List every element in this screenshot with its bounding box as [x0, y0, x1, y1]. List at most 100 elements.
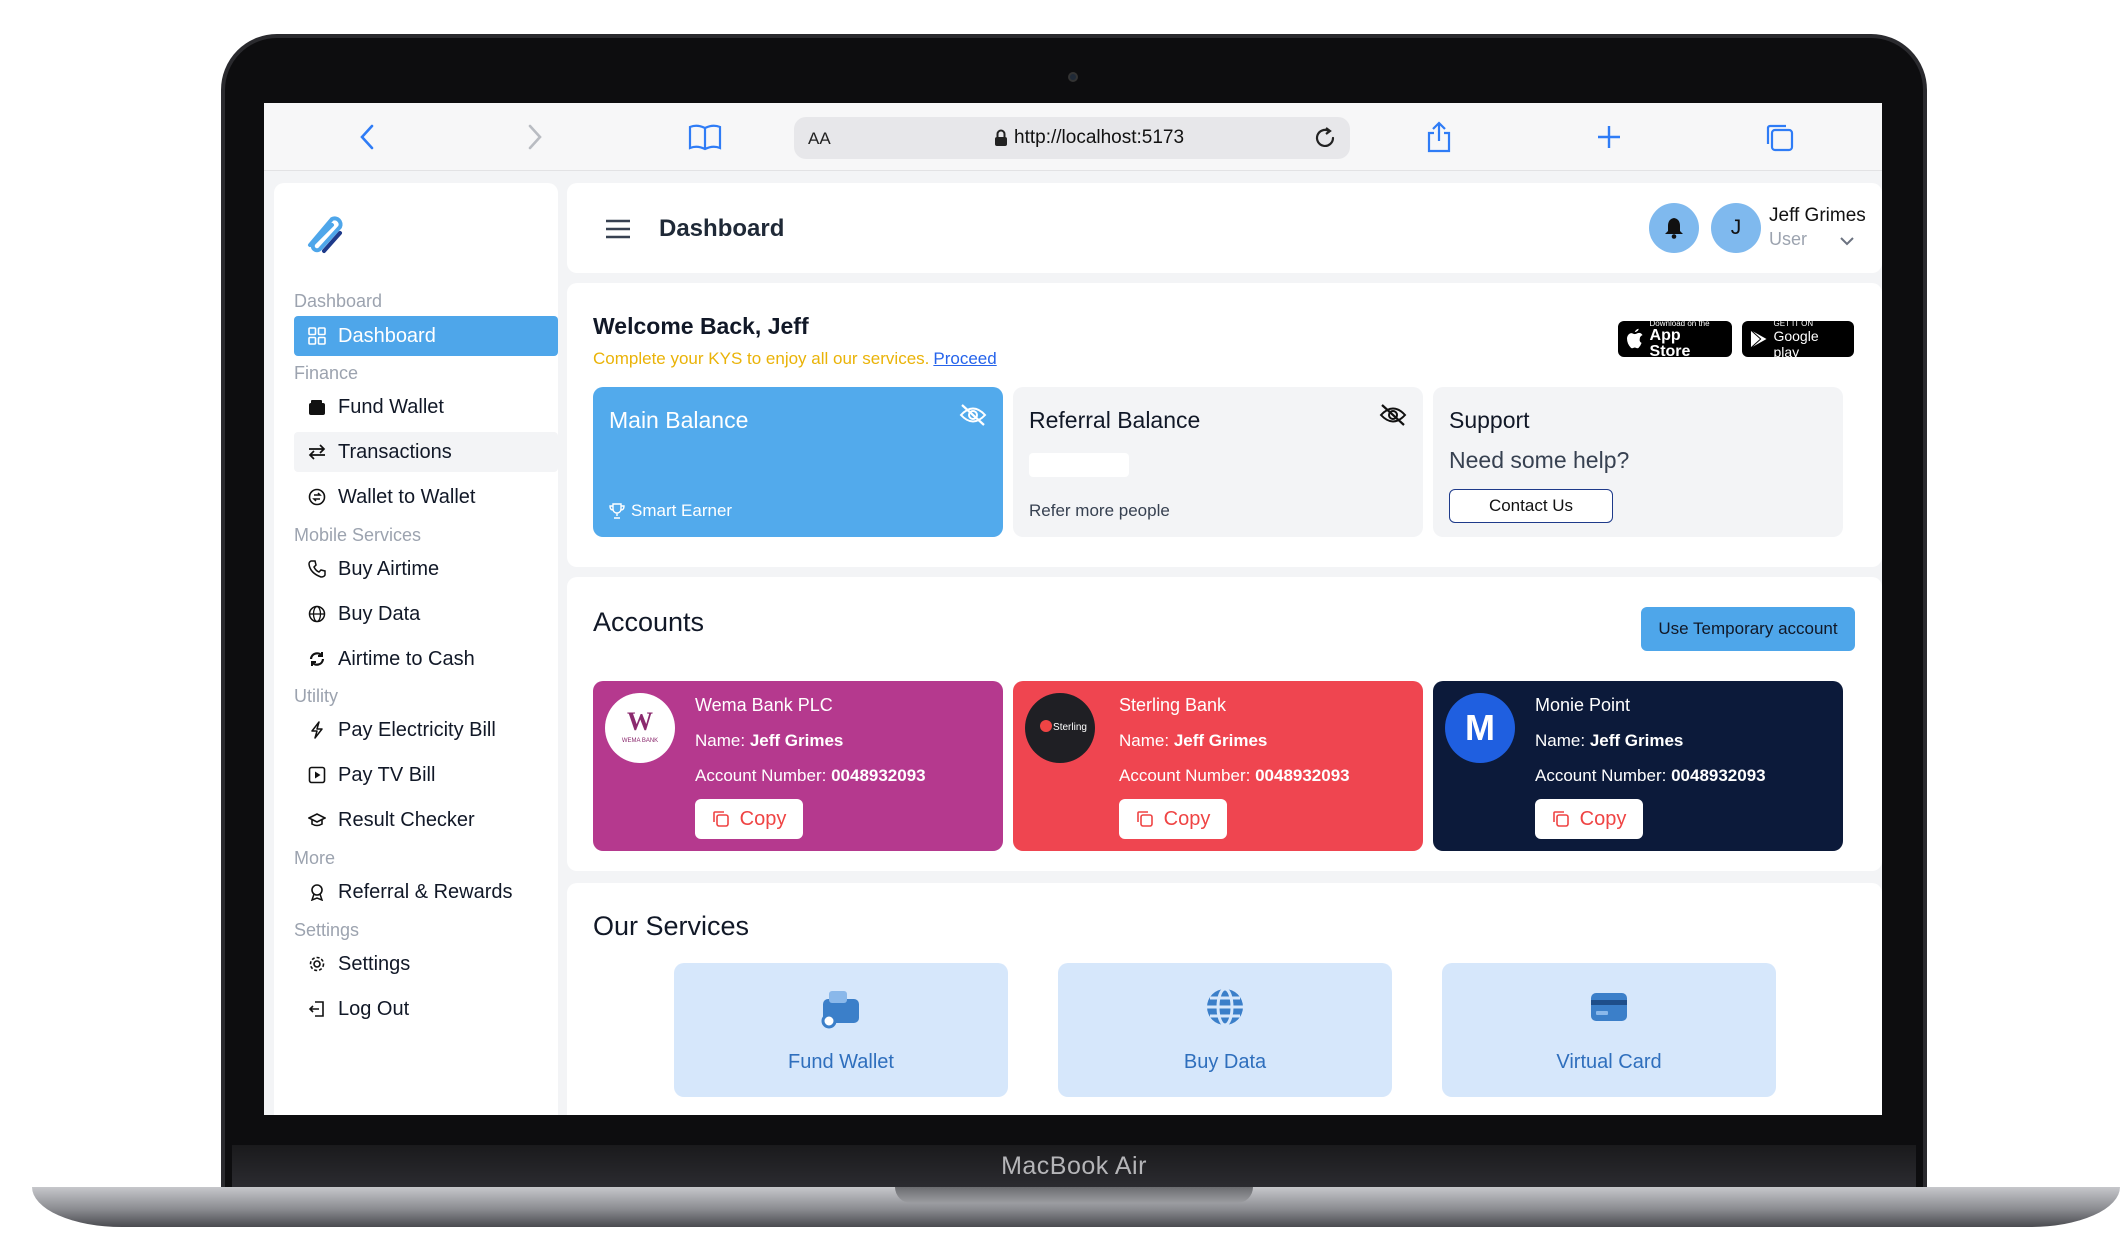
device-label: MacBook Air: [1001, 1151, 1147, 1180]
account-bank-name: Sterling Bank: [1119, 695, 1227, 715]
support-card: Support Need some help? Contact Us: [1433, 387, 1843, 537]
sidebar-item-result-checker[interactable]: Result Checker: [294, 800, 558, 840]
referral-balance-title: Referral Balance: [1029, 407, 1201, 433]
logout-icon: [308, 1001, 324, 1017]
bookmarks-icon[interactable]: [688, 120, 722, 154]
user-name[interactable]: Jeff Grimes: [1769, 205, 1866, 227]
service-fund-wallet[interactable]: Fund Wallet: [674, 963, 1008, 1097]
service-label: Fund Wallet: [788, 1051, 894, 1073]
account-card-wema: W WEMA BANK Wema Bank PLC Name: Jeff Grim…: [593, 681, 1003, 851]
sidebar-item-label: Dashboard: [338, 324, 436, 347]
lightning-icon: [311, 721, 323, 739]
name-label: Name:: [1119, 731, 1170, 750]
new-tab-icon[interactable]: [1592, 120, 1626, 154]
section-finance: Finance: [294, 363, 359, 383]
sidebar-item-label: Pay Electricity Bill: [338, 718, 496, 741]
main-balance-title: Main Balance: [609, 407, 749, 433]
sidebar-item-label: Log Out: [338, 997, 410, 1020]
services-panel: Our Services Fund Wallet Buy Data Virtua…: [567, 883, 1882, 1115]
graduation-cap-icon: [308, 813, 326, 827]
main-balance-card[interactable]: Main Balance Smart Earner: [593, 387, 1003, 537]
account-card-sterling: Sterling Sterling Bank Name: Jeff Grimes…: [1013, 681, 1423, 851]
tabs-overview-icon[interactable]: [1762, 120, 1796, 154]
referral-balance-card[interactable]: Referral Balance Refer more people: [1013, 387, 1423, 537]
sidebar-item-dashboard[interactable]: Dashboard: [294, 316, 558, 356]
award-icon: [310, 884, 324, 901]
contact-us-button[interactable]: Contact Us: [1449, 489, 1613, 523]
transfer-arrows-icon: [308, 444, 326, 460]
sidebar-item-label: Result Checker: [338, 808, 475, 831]
number-label: Account Number:: [695, 766, 827, 785]
name-label: Name:: [695, 731, 746, 750]
sidebar-item-referral-rewards[interactable]: Referral & Rewards: [294, 872, 558, 912]
browser-toolbar: AA http://localhost:5173: [264, 103, 1882, 171]
wema-logo-text: WEMA BANK: [622, 738, 658, 744]
play-store-icon: [1750, 329, 1767, 349]
sidebar-item-transactions[interactable]: Transactions: [294, 432, 558, 472]
wallet-icon: [309, 400, 325, 415]
copy-button[interactable]: Copy: [1119, 799, 1227, 839]
avatar[interactable]: J: [1711, 203, 1761, 253]
app-store-badge[interactable]: Download on the App Store: [1618, 319, 1732, 359]
account-holder: Name: Jeff Grimes: [695, 731, 843, 751]
copy-icon: [1552, 811, 1569, 827]
sidebar-item-pay-tv[interactable]: Pay TV Bill: [294, 755, 558, 795]
referral-balance-subtitle: Refer more people: [1029, 501, 1170, 520]
account-holder: Name: Jeff Grimes: [1119, 731, 1267, 751]
google-play-badge[interactable]: GET IT ON Google play: [1742, 319, 1854, 360]
sidebar-item-pay-electricity[interactable]: Pay Electricity Bill: [294, 710, 558, 750]
sidebar-item-label: Settings: [338, 952, 411, 975]
sidebar-item-label: Pay TV Bill: [338, 763, 436, 786]
menu-icon[interactable]: [605, 219, 631, 244]
trophy-icon: [609, 503, 625, 519]
account-card-moniepoint: M Monie Point Name: Jeff Grimes Account …: [1433, 681, 1843, 851]
welcome-title: Welcome Back, Jeff: [593, 313, 809, 339]
kyc-text: Complete your KYS to enjoy all our servi…: [593, 349, 930, 368]
service-virtual-card[interactable]: Virtual Card: [1442, 963, 1776, 1097]
tv-play-icon: [308, 766, 326, 784]
eye-off-icon[interactable]: [1379, 403, 1407, 432]
sidebar-item-label: Airtime to Cash: [338, 647, 475, 670]
sidebar-item-label: Wallet to Wallet: [338, 485, 476, 508]
kyc-notice: Complete your KYS to enjoy all our servi…: [593, 349, 997, 369]
sidebar-item-settings[interactable]: Settings: [294, 944, 558, 984]
use-temporary-account-button[interactable]: Use Temporary account: [1641, 607, 1855, 651]
main-balance-subtitle: Smart Earner: [609, 501, 732, 521]
top-header: Dashboard J Jeff Grimes User: [567, 183, 1882, 273]
chevron-down-icon[interactable]: [1839, 233, 1855, 251]
sidebar-item-airtime-to-cash[interactable]: Airtime to Cash: [294, 639, 558, 679]
sidebar-item-logout[interactable]: Log Out: [294, 989, 558, 1029]
service-buy-data[interactable]: Buy Data: [1058, 963, 1392, 1097]
copy-button[interactable]: Copy: [1535, 799, 1643, 839]
wema-bank-logo: W WEMA BANK: [605, 693, 675, 763]
app-logo[interactable]: [302, 211, 346, 260]
copy-label: Copy: [1163, 807, 1211, 830]
lock-icon: [995, 129, 1007, 146]
moniepoint-logo-text: M: [1465, 707, 1495, 748]
account-number-value: 0048932093: [1671, 766, 1766, 785]
sidebar-item-buy-data[interactable]: Buy Data: [294, 594, 558, 634]
reload-icon[interactable]: [1312, 125, 1338, 156]
share-icon[interactable]: [1422, 120, 1456, 154]
account-holder: Name: Jeff Grimes: [1535, 731, 1683, 751]
grid-icon: [308, 327, 326, 345]
sidebar-item-label: Buy Data: [338, 602, 421, 625]
service-label: Virtual Card: [1556, 1051, 1662, 1073]
back-icon[interactable]: [350, 120, 384, 154]
notification-bell-icon[interactable]: [1649, 203, 1699, 253]
sidebar-item-wallet-to-wallet[interactable]: Wallet to Wallet: [294, 477, 558, 517]
laptop-chin: MacBook Air: [232, 1145, 1916, 1187]
text-size-button[interactable]: AA: [808, 129, 831, 149]
sterling-bank-logo: Sterling: [1025, 693, 1095, 763]
exchange-icon: [308, 488, 326, 506]
sidebar-item-fund-wallet[interactable]: Fund Wallet: [294, 387, 558, 427]
kyc-proceed-link[interactable]: Proceed: [933, 349, 996, 368]
copy-button[interactable]: Copy: [695, 799, 803, 839]
name-label: Name:: [1535, 731, 1586, 750]
forward-icon[interactable]: [518, 120, 552, 154]
sterling-logo-text: Sterling: [1053, 722, 1087, 733]
google-play-big: Google play: [1773, 327, 1819, 360]
sidebar-item-buy-airtime[interactable]: Buy Airtime: [294, 549, 558, 589]
eye-off-icon[interactable]: [959, 403, 987, 432]
address-bar[interactable]: AA http://localhost:5173: [794, 117, 1350, 159]
